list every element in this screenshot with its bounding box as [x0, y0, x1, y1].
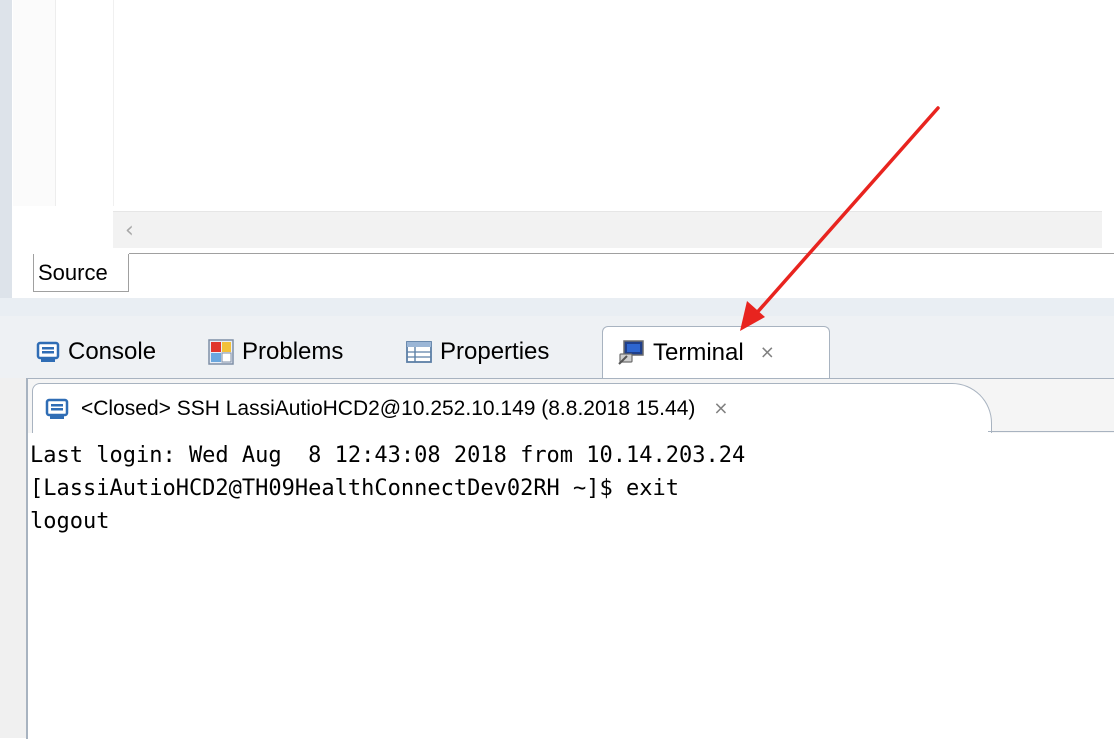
terminal-line: logout [30, 509, 110, 534]
view-tab-bar: Console Problems Properties Terminal ⨯ [0, 316, 1114, 378]
terminal-icon [617, 339, 645, 366]
terminal-view: <Closed> SSH LassiAutioHCD2@10.252.10.14… [26, 378, 1114, 739]
terminal-session-title: <Closed> SSH LassiAutioHCD2@10.252.10.14… [81, 396, 696, 420]
properties-icon [406, 340, 432, 364]
scroll-left-icon[interactable]: ‹ [125, 218, 134, 243]
tab-console-label: Console [68, 338, 157, 365]
problems-icon [208, 339, 234, 365]
tab-terminal-label: Terminal [653, 338, 744, 366]
tab-source[interactable]: Source [33, 254, 129, 292]
horizontal-scrollbar[interactable]: ‹ [113, 211, 1102, 248]
console-icon [36, 340, 60, 364]
close-session-icon[interactable]: ⨯ [713, 398, 728, 419]
tab-problems-label: Problems [242, 338, 344, 365]
tab-console[interactable]: Console [36, 326, 156, 378]
tab-problems[interactable]: Problems [208, 326, 343, 378]
ssh-session-icon [45, 397, 69, 421]
editor-line-gutter [56, 0, 114, 206]
panel-separator [0, 298, 1114, 316]
tab-terminal[interactable]: Terminal ⨯ [602, 326, 830, 378]
terminal-output[interactable]: Last login: Wed Aug 8 12:43:08 2018 from… [30, 439, 745, 538]
bottom-view-panel: Console Problems Properties Terminal ⨯ <… [0, 316, 1114, 739]
terminal-session-tab-row: <Closed> SSH LassiAutioHCD2@10.252.10.14… [28, 379, 1114, 433]
tab-properties[interactable]: Properties [406, 326, 549, 378]
editor-ruler [13, 0, 56, 206]
terminal-line: Last login: Wed Aug 8 12:43:08 2018 from… [30, 443, 746, 468]
editor-tab-divider [129, 253, 1114, 254]
session-tab-divider [988, 431, 1114, 432]
tab-source-label: Source [38, 260, 108, 285]
editor-area[interactable] [12, 0, 1114, 300]
tab-properties-label: Properties [440, 338, 550, 365]
terminal-session-tab[interactable]: <Closed> SSH LassiAutioHCD2@10.252.10.14… [32, 383, 992, 433]
close-terminal-view-icon[interactable]: ⨯ [760, 342, 775, 363]
terminal-line: [LassiAutioHCD2@TH09HealthConnectDev02RH… [30, 476, 680, 501]
